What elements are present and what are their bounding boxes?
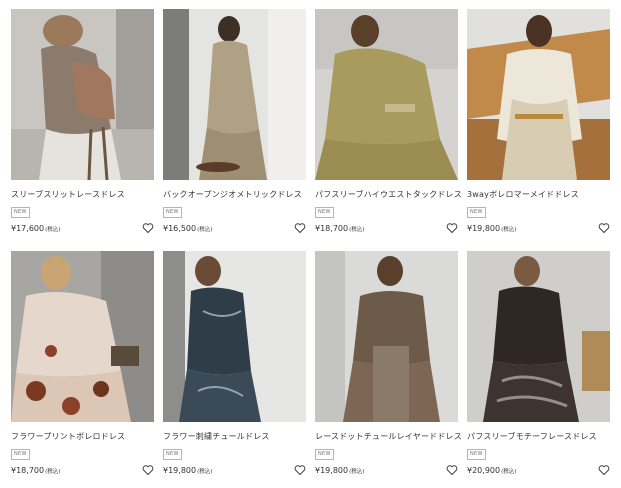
product-photo-flower-embroidery-tulle-dress	[163, 251, 306, 422]
heart-outline-icon[interactable]	[598, 464, 610, 476]
product-name[interactable]: バックオープンジオメトリックドレス	[163, 190, 313, 200]
product-price: ¥18,700(税込)	[315, 224, 364, 235]
product-name[interactable]: レースドットチュールレイヤードドレス	[315, 432, 465, 442]
product-image[interactable]	[315, 251, 458, 422]
product-price: ¥16,500(税込)	[163, 224, 212, 235]
product-image[interactable]	[163, 251, 306, 422]
heart-outline-icon[interactable]	[446, 464, 458, 476]
product-name[interactable]: フラワー刺繍チュールドレス	[163, 432, 313, 442]
price-value: ¥17,600	[11, 224, 45, 233]
product-photo-puff-sleeve-motif-lace-dress	[467, 251, 610, 422]
product-name[interactable]: パフスリーブハイウエストタックドレス	[315, 190, 465, 200]
heart-outline-icon[interactable]	[446, 222, 458, 234]
product-photo-puff-sleeve-tuck-dress	[315, 9, 458, 180]
product-price: ¥19,800(税込)	[467, 224, 516, 235]
new-badge: NEW	[11, 207, 30, 218]
product-image[interactable]	[467, 9, 610, 180]
new-badge: NEW	[163, 449, 182, 460]
product-name[interactable]: パフスリーブモチーフレースドレス	[467, 432, 617, 442]
heart-outline-icon[interactable]	[142, 464, 154, 476]
product-image[interactable]	[467, 251, 610, 422]
new-badge: NEW	[11, 449, 30, 460]
tax-label: (税込)	[45, 227, 61, 233]
product-photo-back-open-geometric-dress	[163, 9, 306, 180]
new-badge: NEW	[467, 449, 486, 460]
tax-label: (税込)	[349, 469, 365, 475]
product-photo-3way-bolero-mermaid-dress	[467, 9, 610, 180]
product-name[interactable]: スリーブスリットレースドレス	[11, 190, 161, 200]
price-value: ¥16,500	[163, 224, 197, 233]
product-price: ¥19,800(税込)	[163, 466, 212, 477]
product-image[interactable]	[11, 251, 154, 422]
heart-outline-icon[interactable]	[294, 464, 306, 476]
product-photo-lace-dot-tulle-layered-dress	[315, 251, 458, 422]
price-value: ¥20,900	[467, 466, 501, 475]
new-badge: NEW	[315, 449, 334, 460]
product-image[interactable]	[163, 9, 306, 180]
heart-outline-icon[interactable]	[142, 222, 154, 234]
new-badge: NEW	[315, 207, 334, 218]
heart-outline-icon[interactable]	[294, 222, 306, 234]
tax-label: (税込)	[501, 227, 517, 233]
heart-outline-icon[interactable]	[598, 222, 610, 234]
tax-label: (税込)	[349, 227, 365, 233]
price-value: ¥19,800	[163, 466, 197, 475]
product-image[interactable]	[315, 9, 458, 180]
product-price: ¥19,800(税込)	[315, 466, 364, 477]
product-photo-flower-print-bolero-dress	[11, 251, 154, 422]
product-price: ¥17,600(税込)	[11, 224, 60, 235]
product-grid: スリーブスリットレースドレス NEW ¥17,600(税込) バックオープンジオ…	[0, 0, 621, 488]
product-image[interactable]	[11, 9, 154, 180]
tax-label: (税込)	[501, 469, 517, 475]
price-value: ¥18,700	[11, 466, 45, 475]
product-name[interactable]: 3wayボレロマーメイドドレス	[467, 190, 617, 200]
new-badge: NEW	[467, 207, 486, 218]
new-badge: NEW	[163, 207, 182, 218]
tax-label: (税込)	[45, 469, 61, 475]
product-price: ¥20,900(税込)	[467, 466, 516, 477]
product-photo-sleeve-slit-lace-dress	[11, 9, 154, 180]
price-value: ¥19,800	[467, 224, 501, 233]
price-value: ¥19,800	[315, 466, 349, 475]
tax-label: (税込)	[197, 227, 213, 233]
tax-label: (税込)	[197, 469, 213, 475]
price-value: ¥18,700	[315, 224, 349, 233]
product-price: ¥18,700(税込)	[11, 466, 60, 477]
product-name[interactable]: フラワープリントボレロドレス	[11, 432, 161, 442]
